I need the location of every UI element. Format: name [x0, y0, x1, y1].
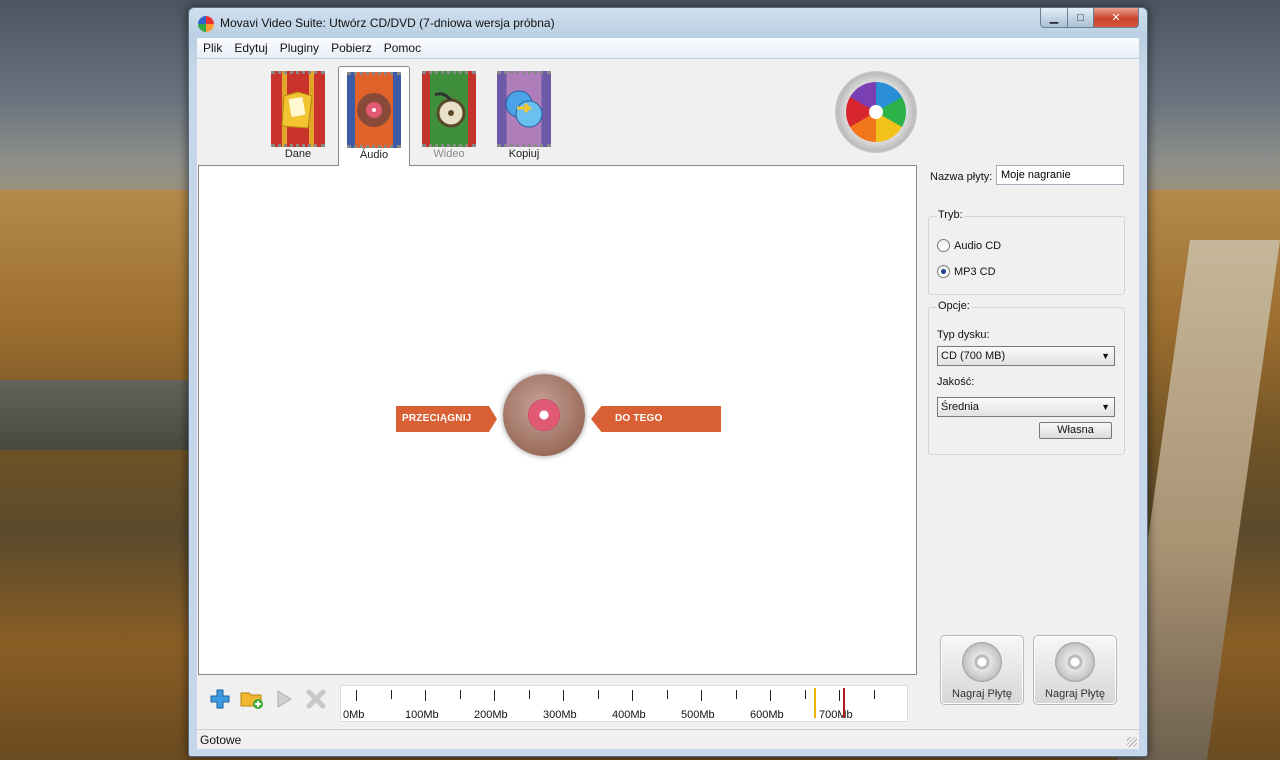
ruler-tick	[528, 690, 530, 699]
menu-download[interactable]: Pobierz	[325, 41, 378, 55]
ruler-label: 200Mb	[474, 709, 508, 721]
disc-icon	[962, 642, 1002, 682]
window-title: Movavi Video Suite: Utwórz CD/DVD (7-dni…	[220, 16, 555, 30]
ruler-tick	[701, 690, 702, 701]
folder-documents-icon	[271, 71, 325, 147]
ruler-label: 400Mb	[612, 709, 646, 721]
play-button[interactable]	[271, 687, 297, 711]
disk-type-select[interactable]: CD (700 MB) ▼	[937, 346, 1115, 366]
burning-disc-icon	[1055, 642, 1095, 682]
burn-disc-button[interactable]: Nagraj Płytę	[940, 635, 1024, 705]
custom-quality-button[interactable]: Własna	[1039, 422, 1112, 439]
options-group: Opcje: Typ dysku: CD (700 MB) ▼ Jakość: …	[928, 300, 1125, 455]
radio-indicator[interactable]	[937, 239, 950, 252]
dropdown-arrow-icon: ▼	[1101, 351, 1110, 361]
file-drop-area[interactable]: PRZECIĄGNIJ PLIKI DO TEGO OBSZARU	[198, 165, 917, 675]
ruler-label: 500Mb	[681, 709, 715, 721]
status-text: Gotowe	[200, 733, 242, 747]
menu-plugins[interactable]: Pluginy	[274, 41, 325, 55]
burn-label: Nagraj Płytę	[1045, 688, 1105, 700]
dropdown-arrow-icon: ▼	[1101, 402, 1110, 412]
radio-label: MP3 CD	[954, 265, 996, 278]
radio-label: Audio CD	[954, 239, 1002, 252]
quality-select[interactable]: Średnia ▼	[937, 397, 1115, 417]
ruler-tick	[804, 690, 806, 699]
disc-name-input[interactable]	[996, 165, 1124, 185]
burn-label: Nagraj Płytę	[952, 688, 1012, 700]
tab-data[interactable]: Dane	[263, 59, 333, 164]
play-icon	[277, 690, 292, 708]
menu-edit[interactable]: Edytuj	[228, 41, 273, 55]
ruler-marker-limit	[843, 688, 846, 718]
bottom-toolbar	[207, 687, 329, 711]
music-disc-icon	[347, 72, 401, 148]
ruler-tick	[632, 690, 633, 701]
ruler-label: 300Mb	[543, 709, 577, 721]
disc-capacity-ruler: 0Mb 100Mb 200Mb 300Mb 400Mb 500Mb 600Mb …	[340, 685, 908, 722]
tab-video[interactable]: Wideo	[414, 59, 484, 164]
folder-add-icon	[240, 692, 263, 709]
menu-file[interactable]: Plik	[197, 41, 228, 55]
ruler-label: 100Mb	[405, 709, 439, 721]
movavi-logo	[835, 71, 917, 153]
radio-audio-cd[interactable]: Audio CD	[937, 239, 1001, 252]
tab-copy[interactable]: Kopiuj	[489, 59, 559, 164]
ruler-tick	[666, 690, 668, 699]
resize-grip[interactable]	[1127, 737, 1137, 747]
tab-audio[interactable]: Áudio	[338, 66, 410, 166]
tab-label: Kopiuj	[508, 148, 540, 160]
select-value: Średnia	[941, 401, 979, 413]
ruler-label: 700Mb	[819, 709, 853, 721]
quality-label: Jakość:	[937, 376, 975, 388]
menu-help[interactable]: Pomoc	[378, 41, 427, 55]
radio-mp3-cd[interactable]: MP3 CD	[937, 265, 996, 278]
minimize-button[interactable]: ▁	[1040, 8, 1068, 28]
mode-group: Tryb: Audio CD MP3 CD	[928, 209, 1125, 295]
add-folder-button[interactable]	[239, 687, 265, 711]
delete-button[interactable]	[303, 687, 329, 711]
app-icon[interactable]	[198, 16, 214, 32]
disk-type-label: Typ dysku:	[937, 329, 990, 341]
ruler-label: 600Mb	[750, 709, 784, 721]
menu-bar: Plik Edytuj Pluginy Pobierz Pomoc	[197, 38, 1139, 59]
ruler-tick	[735, 690, 737, 699]
ruler-tick	[425, 690, 426, 701]
title-bar[interactable]: Movavi Video Suite: Utwórz CD/DVD (7-dni…	[189, 8, 1147, 38]
app-window: Movavi Video Suite: Utwórz CD/DVD (7-dni…	[188, 7, 1148, 757]
ruler-tick	[563, 690, 564, 701]
client-area: Dane Áudio Wideo Kopiuj PRZECIĄGNIJ PLIK…	[197, 59, 1139, 749]
status-bar: Gotowe	[197, 729, 1139, 749]
radio-indicator[interactable]	[937, 265, 950, 278]
add-files-button[interactable]	[207, 687, 233, 711]
group-title: Tryb:	[937, 209, 964, 221]
close-button[interactable]: ✕	[1094, 8, 1139, 28]
plus-icon	[210, 689, 230, 709]
ruler-tick	[770, 690, 771, 701]
film-reel-icon	[422, 71, 476, 147]
disc-copy-icon	[497, 71, 551, 147]
drop-hint-right: DO TEGO OBSZARU	[591, 406, 721, 432]
ruler-tick	[356, 690, 357, 701]
maximize-button[interactable]: □	[1068, 8, 1094, 28]
ruler-tick	[873, 690, 875, 699]
ruler-tick	[597, 690, 599, 699]
audio-disc-icon	[503, 374, 585, 456]
tab-label: Wideo	[433, 148, 465, 160]
tab-label: Dane	[284, 148, 312, 160]
tab-label: Áudio	[359, 149, 389, 161]
burn-disc-fire-button[interactable]: Nagraj Płytę	[1033, 635, 1117, 705]
ruler-tick	[839, 690, 840, 701]
disc-name-label: Nazwa płyty:	[930, 171, 993, 183]
ruler-marker-warning	[814, 688, 817, 718]
select-value: CD (700 MB)	[941, 350, 1006, 362]
ruler-tick	[390, 690, 392, 699]
ruler-tick	[459, 690, 461, 699]
ruler-label: 0Mb	[343, 709, 365, 721]
delete-x-icon	[306, 689, 326, 709]
ruler-tick	[494, 690, 495, 701]
drop-hint-left: PRZECIĄGNIJ PLIKI	[396, 406, 497, 432]
group-title: Opcje:	[937, 300, 971, 312]
